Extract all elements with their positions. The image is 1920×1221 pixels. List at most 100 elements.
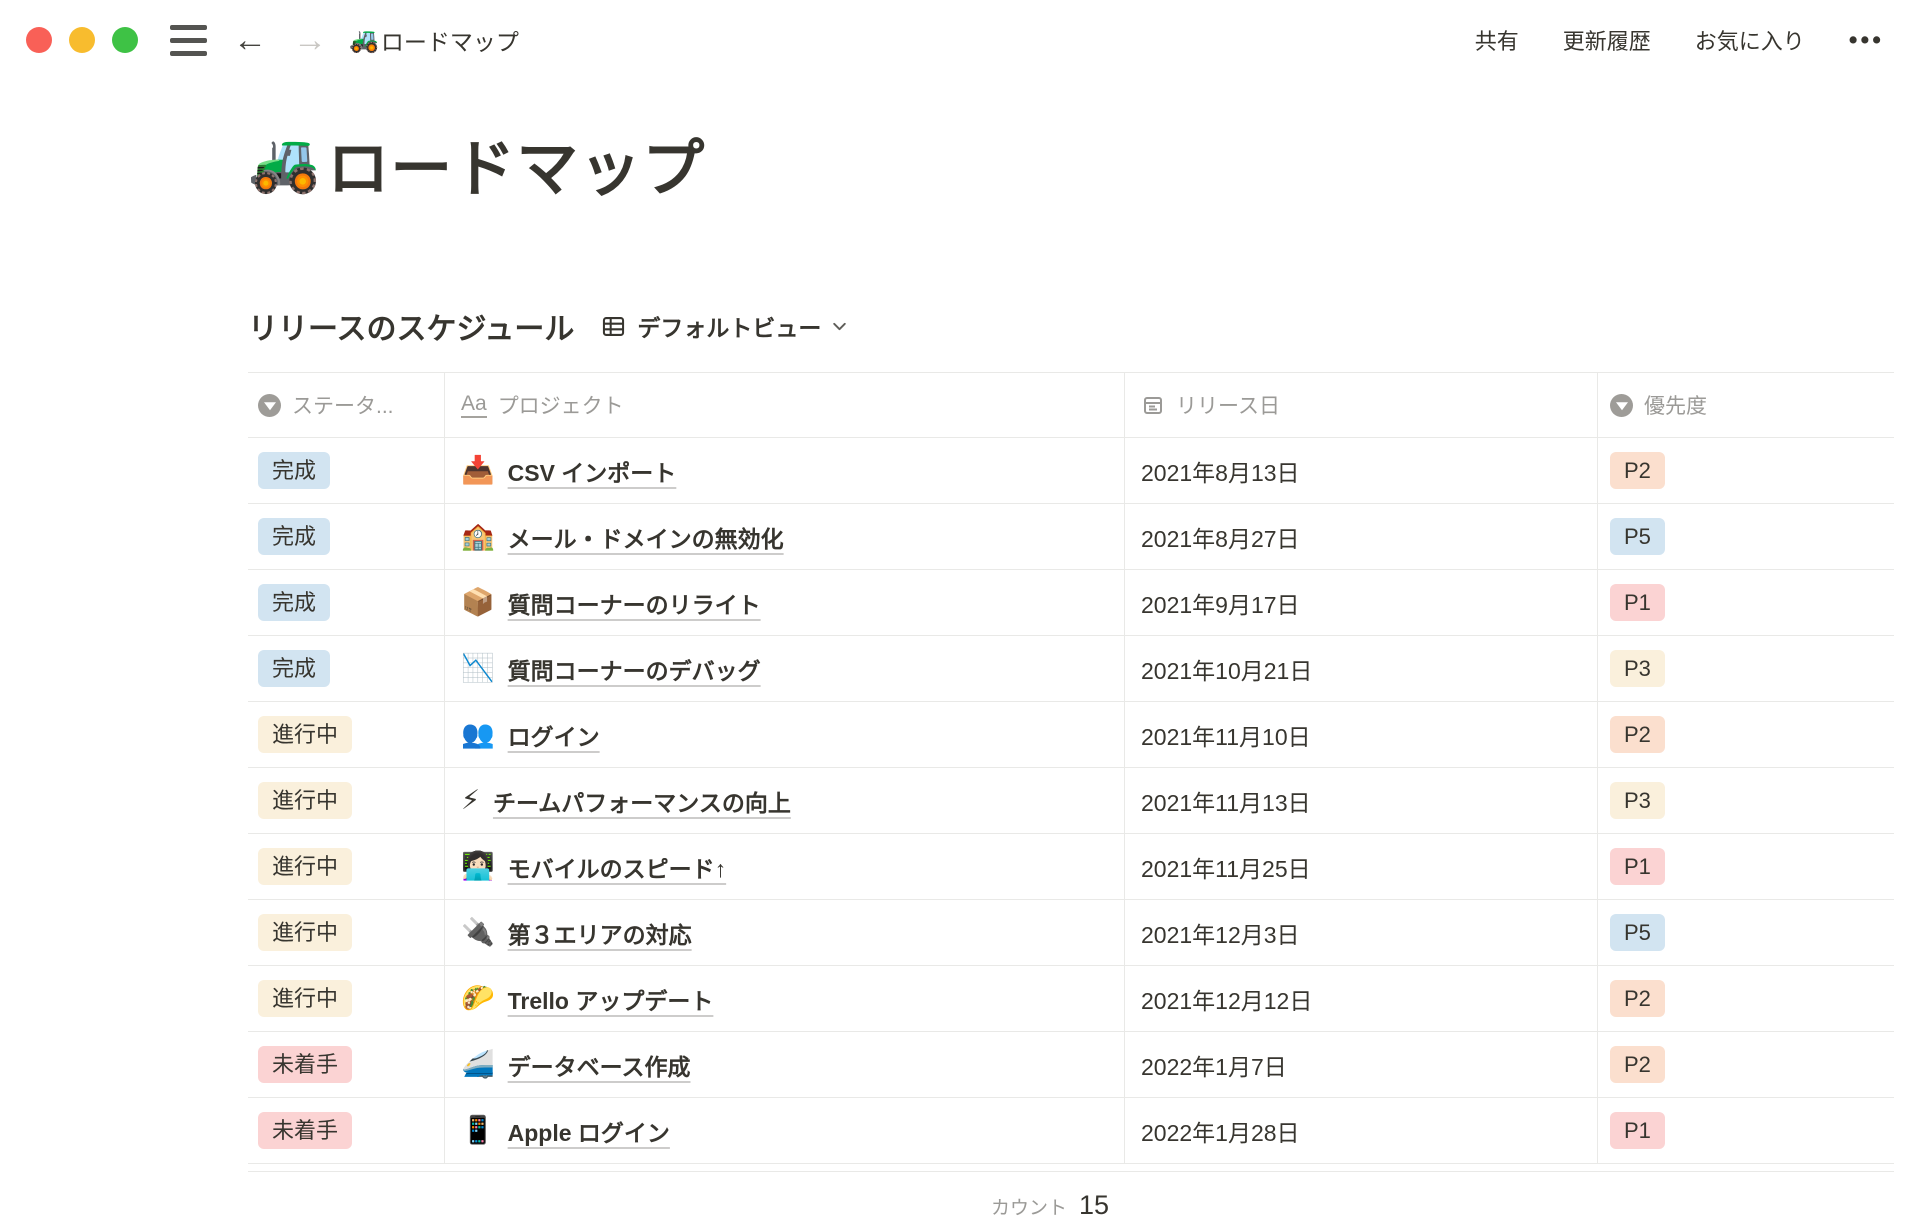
project-cell[interactable]: 📦 質問コーナーのリライト xyxy=(445,570,1125,635)
priority-badge[interactable]: P2 xyxy=(1610,980,1665,1018)
favorite-button[interactable]: お気に入り xyxy=(1695,24,1805,56)
release-date-cell[interactable]: 2022年1月7日 xyxy=(1125,1032,1598,1097)
status-badge[interactable]: 進行中 xyxy=(258,980,352,1018)
project-title-link[interactable]: Apple ログイン xyxy=(508,1114,670,1148)
database-title[interactable]: リリースのスケジュール xyxy=(248,304,574,348)
priority-cell[interactable]: P2 xyxy=(1598,438,1894,503)
table-row[interactable]: 未着手 📱 Apple ログイン 2022年1月28日 P1 xyxy=(248,1098,1894,1164)
page-title-text[interactable]: ロードマップ xyxy=(327,118,705,208)
project-cell[interactable]: 👥 ログイン xyxy=(445,702,1125,767)
project-title-link[interactable]: メール・ドメインの無効化 xyxy=(508,520,784,554)
close-window-button[interactable] xyxy=(26,27,52,53)
priority-badge[interactable]: P3 xyxy=(1610,782,1665,820)
release-date-cell[interactable]: 2021年10月21日 xyxy=(1125,636,1598,701)
status-badge[interactable]: 完成 xyxy=(258,650,330,688)
zoom-window-button[interactable] xyxy=(112,27,138,53)
table-row[interactable]: 未着手 🚄 データベース作成 2022年1月7日 P2 xyxy=(248,1032,1894,1098)
project-cell[interactable]: 📉 質問コーナーのデバッグ xyxy=(445,636,1125,701)
status-cell[interactable]: 未着手 xyxy=(248,1098,445,1163)
priority-cell[interactable]: P5 xyxy=(1598,900,1894,965)
status-cell[interactable]: 進行中 xyxy=(248,834,445,899)
priority-cell[interactable]: P2 xyxy=(1598,966,1894,1031)
project-cell[interactable]: 🌮 Trello アップデート xyxy=(445,966,1125,1031)
status-cell[interactable]: 進行中 xyxy=(248,702,445,767)
priority-cell[interactable]: P3 xyxy=(1598,768,1894,833)
table-row[interactable]: 完成 📦 質問コーナーのリライト 2021年9月17日 P1 xyxy=(248,570,1894,636)
release-date-cell[interactable]: 2021年12月3日 xyxy=(1125,900,1598,965)
priority-badge[interactable]: P1 xyxy=(1610,848,1665,886)
table-row[interactable]: 進行中 🔌 第３エリアの対応 2021年12月3日 P5 xyxy=(248,900,1894,966)
column-header-priority[interactable]: 優先度 xyxy=(1598,373,1894,437)
release-date-cell[interactable]: 2022年1月28日 xyxy=(1125,1098,1598,1163)
project-cell[interactable]: 🔌 第３エリアの対応 xyxy=(445,900,1125,965)
release-date-cell[interactable]: 2021年11月10日 xyxy=(1125,702,1598,767)
table-row[interactable]: 完成 📉 質問コーナーのデバッグ 2021年10月21日 P3 xyxy=(248,636,1894,702)
project-title-link[interactable]: チームパフォーマンスの向上 xyxy=(493,784,791,818)
priority-badge[interactable]: P5 xyxy=(1610,914,1665,952)
status-cell[interactable]: 完成 xyxy=(248,438,445,503)
release-date-cell[interactable]: 2021年11月13日 xyxy=(1125,768,1598,833)
release-date-cell[interactable]: 2021年8月13日 xyxy=(1125,438,1598,503)
status-cell[interactable]: 進行中 xyxy=(248,900,445,965)
share-button[interactable]: 共有 xyxy=(1475,24,1519,56)
project-title-link[interactable]: CSV インポート xyxy=(508,454,677,488)
release-date-cell[interactable]: 2021年12月12日 xyxy=(1125,966,1598,1031)
table-row[interactable]: 完成 📥 CSV インポート 2021年8月13日 P2 xyxy=(248,438,1894,504)
table-row[interactable]: 進行中 👥 ログイン 2021年11月10日 P2 xyxy=(248,702,1894,768)
priority-badge[interactable]: P5 xyxy=(1610,518,1665,556)
status-badge[interactable]: 進行中 xyxy=(258,848,352,886)
project-title-link[interactable]: 質問コーナーのデバッグ xyxy=(508,652,761,686)
project-cell[interactable]: 🚄 データベース作成 xyxy=(445,1032,1125,1097)
back-arrow-icon[interactable]: ← xyxy=(233,23,267,57)
status-badge[interactable]: 進行中 xyxy=(258,716,352,754)
count-label[interactable]: カウント xyxy=(991,1193,1067,1220)
status-cell[interactable]: 進行中 xyxy=(248,768,445,833)
column-header-release-date[interactable]: リリース日 xyxy=(1125,373,1598,437)
table-row[interactable]: 進行中 ⚡ チームパフォーマンスの向上 2021年11月13日 P3 xyxy=(248,768,1894,834)
priority-cell[interactable]: P1 xyxy=(1598,1098,1894,1163)
project-title-link[interactable]: データベース作成 xyxy=(508,1048,691,1082)
priority-badge[interactable]: P1 xyxy=(1610,584,1665,622)
status-cell[interactable]: 完成 xyxy=(248,570,445,635)
project-cell[interactable]: 🏫 メール・ドメインの無効化 xyxy=(445,504,1125,569)
status-badge[interactable]: 進行中 xyxy=(258,782,352,820)
status-badge[interactable]: 未着手 xyxy=(258,1046,352,1084)
table-row[interactable]: 完成 🏫 メール・ドメインの無効化 2021年8月27日 P5 xyxy=(248,504,1894,570)
project-cell[interactable]: 📥 CSV インポート xyxy=(445,438,1125,503)
project-cell[interactable]: 👩🏻‍💻 モバイルのスピード↑ xyxy=(445,834,1125,899)
more-options-icon[interactable]: ••• xyxy=(1849,26,1884,55)
sidebar-menu-icon[interactable] xyxy=(170,25,207,56)
status-cell[interactable]: 完成 xyxy=(248,504,445,569)
priority-cell[interactable]: P2 xyxy=(1598,1032,1894,1097)
status-cell[interactable]: 未着手 xyxy=(248,1032,445,1097)
priority-badge[interactable]: P2 xyxy=(1610,716,1665,754)
priority-cell[interactable]: P1 xyxy=(1598,834,1894,899)
status-badge[interactable]: 未着手 xyxy=(258,1112,352,1150)
project-title-link[interactable]: 質問コーナーのリライト xyxy=(508,586,761,620)
priority-cell[interactable]: P1 xyxy=(1598,570,1894,635)
priority-badge[interactable]: P2 xyxy=(1610,1046,1665,1084)
project-title-link[interactable]: 第３エリアの対応 xyxy=(508,916,692,950)
release-date-cell[interactable]: 2021年11月25日 xyxy=(1125,834,1598,899)
status-badge[interactable]: 完成 xyxy=(258,518,330,556)
status-badge[interactable]: 完成 xyxy=(258,584,330,622)
column-header-project[interactable]: Aa プロジェクト xyxy=(445,373,1125,437)
priority-badge[interactable]: P2 xyxy=(1610,452,1665,490)
priority-badge[interactable]: P1 xyxy=(1610,1112,1665,1150)
view-switcher-tab[interactable]: デフォルトビュー xyxy=(600,309,848,343)
status-badge[interactable]: 進行中 xyxy=(258,914,352,952)
release-date-cell[interactable]: 2021年8月27日 xyxy=(1125,504,1598,569)
release-date-cell[interactable]: 2021年9月17日 xyxy=(1125,570,1598,635)
priority-cell[interactable]: P5 xyxy=(1598,504,1894,569)
table-row[interactable]: 進行中 🌮 Trello アップデート 2021年12月12日 P2 xyxy=(248,966,1894,1032)
update-history-button[interactable]: 更新履歴 xyxy=(1563,24,1651,56)
status-badge[interactable]: 完成 xyxy=(258,452,330,490)
project-title-link[interactable]: ログイン xyxy=(508,718,600,752)
priority-cell[interactable]: P3 xyxy=(1598,636,1894,701)
status-cell[interactable]: 進行中 xyxy=(248,966,445,1031)
project-title-link[interactable]: Trello アップデート xyxy=(508,982,714,1016)
status-cell[interactable]: 完成 xyxy=(248,636,445,701)
column-header-status[interactable]: ステータ... xyxy=(248,373,445,437)
priority-badge[interactable]: P3 xyxy=(1610,650,1665,688)
project-title-link[interactable]: モバイルのスピード↑ xyxy=(508,850,727,884)
